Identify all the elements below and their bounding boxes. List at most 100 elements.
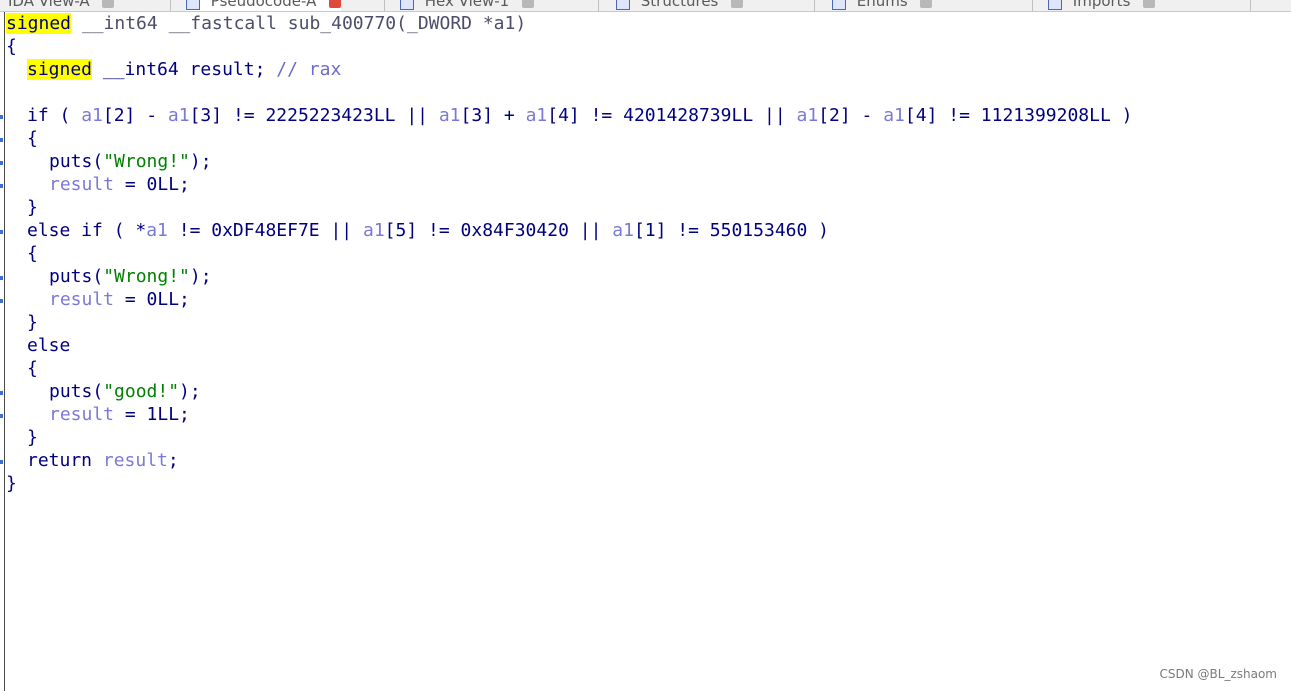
code-token: [2] - bbox=[102, 105, 168, 126]
code-token: [3] != 2225223423LL || bbox=[189, 105, 439, 126]
brace: } bbox=[27, 427, 38, 448]
code-line-brace-close[interactable]: } bbox=[27, 426, 38, 449]
gutter-marker bbox=[0, 299, 3, 303]
code-token: = 0LL; bbox=[114, 174, 190, 195]
code-line-result-assign[interactable]: result = 0LL; bbox=[49, 288, 190, 311]
code-line-if-1[interactable]: if ( a1[2] - a1[3] != 2225223423LL || a1… bbox=[27, 104, 1132, 127]
code-token: [1] != 550153460 ) bbox=[633, 220, 830, 241]
code-line-brace-close[interactable]: } bbox=[27, 311, 38, 334]
tab-label: Imports bbox=[1072, 0, 1131, 10]
keyword-signed-highlighted: signed bbox=[27, 59, 93, 80]
tab-divider bbox=[1250, 0, 1251, 11]
code-token: = 0LL; bbox=[114, 289, 190, 310]
code-token: [5] != 0x84F30420 || bbox=[384, 220, 613, 241]
brace: } bbox=[6, 473, 17, 494]
code-token: [2] - bbox=[818, 105, 884, 126]
gutter-marker bbox=[0, 414, 3, 418]
code-token: [4] != 1121399208LL ) bbox=[904, 105, 1133, 126]
variable-a1: a1 bbox=[796, 105, 819, 126]
gutter-marker bbox=[0, 460, 3, 464]
close-icon[interactable] bbox=[731, 0, 744, 8]
variable-result: result bbox=[49, 174, 115, 195]
code-line-puts-good[interactable]: puts("good!"); bbox=[49, 380, 201, 403]
pseudocode-icon bbox=[186, 0, 200, 10]
tab-label: Pseudocode-A bbox=[210, 0, 317, 10]
keyword-return: return bbox=[27, 450, 103, 471]
code-line-brace-open[interactable]: { bbox=[6, 35, 17, 58]
code-line-brace-open[interactable]: { bbox=[27, 242, 38, 265]
line-gutter bbox=[0, 12, 5, 691]
tab-divider bbox=[1032, 0, 1033, 11]
enums-icon bbox=[832, 0, 846, 10]
gutter-marker bbox=[0, 184, 3, 188]
close-icon[interactable] bbox=[1143, 0, 1156, 8]
variable-a1: a1 bbox=[146, 220, 168, 241]
code-token: if ( bbox=[27, 105, 82, 126]
variable-a1: a1 bbox=[438, 105, 461, 126]
code-line-puts-wrong[interactable]: puts("Wrong!"); bbox=[49, 265, 212, 288]
tab-divider bbox=[170, 0, 171, 11]
tab-structures[interactable]: Structures bbox=[616, 0, 744, 11]
code-line-brace-open[interactable]: { bbox=[27, 127, 38, 150]
code-line-puts-wrong[interactable]: puts("Wrong!"); bbox=[49, 150, 212, 173]
tab-imports[interactable]: Imports bbox=[1048, 0, 1156, 11]
code-token: ); bbox=[189, 266, 212, 287]
tab-label: Enums bbox=[856, 0, 908, 10]
hex-view-icon bbox=[400, 0, 414, 10]
pseudocode-window: IDA View-A Pseudocode-A Hex View-1 Struc… bbox=[0, 0, 1291, 691]
code-token: [4] != 4201428739LL || bbox=[547, 105, 797, 126]
function-call: puts( bbox=[49, 151, 104, 172]
code-line-declaration[interactable]: signed __int64 result; // rax bbox=[27, 58, 341, 81]
variable-result: result bbox=[102, 450, 168, 471]
code-token: != 0xDF48EF7E || bbox=[167, 220, 363, 241]
brace: { bbox=[27, 243, 38, 264]
pseudocode-view[interactable]: signed __int64 __fastcall sub_400770(_DW… bbox=[6, 12, 1291, 691]
brace: { bbox=[6, 36, 17, 57]
function-signature: __int64 __fastcall sub_400770(_DWORD *a1… bbox=[71, 13, 527, 34]
watermark: CSDN @BL_zshaom bbox=[1159, 667, 1278, 681]
tab-divider bbox=[384, 0, 385, 11]
declaration-text: __int64 result; bbox=[92, 59, 277, 80]
tab-bar: IDA View-A Pseudocode-A Hex View-1 Struc… bbox=[0, 0, 1291, 12]
close-icon[interactable] bbox=[329, 0, 342, 8]
tab-ida-view[interactable]: IDA View-A bbox=[8, 0, 115, 11]
function-call: puts( bbox=[49, 381, 104, 402]
code-line-signature[interactable]: signed __int64 __fastcall sub_400770(_DW… bbox=[6, 12, 526, 35]
string-literal: "good!" bbox=[103, 381, 180, 402]
close-icon[interactable] bbox=[102, 0, 115, 8]
code-line-else-if[interactable]: else if ( *a1 != 0xDF48EF7E || a1[5] != … bbox=[27, 219, 829, 242]
tab-hex-view[interactable]: Hex View-1 bbox=[400, 0, 535, 11]
variable-a1: a1 bbox=[167, 105, 190, 126]
code-line-brace-open[interactable]: { bbox=[27, 357, 38, 380]
code-line-brace-close[interactable]: } bbox=[27, 196, 38, 219]
code-line-else[interactable]: else bbox=[27, 334, 70, 357]
brace: } bbox=[27, 312, 38, 333]
variable-a1: a1 bbox=[883, 105, 905, 126]
register-comment: // rax bbox=[276, 59, 342, 80]
variable-a1: a1 bbox=[81, 105, 103, 126]
variable-a1: a1 bbox=[525, 105, 548, 126]
variable-a1: a1 bbox=[612, 220, 634, 241]
close-icon[interactable] bbox=[522, 0, 535, 8]
code-line-result-assign[interactable]: result = 0LL; bbox=[49, 173, 190, 196]
keyword-else: else bbox=[27, 335, 71, 356]
gutter-marker bbox=[0, 276, 3, 280]
string-literal: "Wrong!" bbox=[103, 151, 190, 172]
variable-result: result bbox=[49, 404, 115, 425]
code-token: [3] + bbox=[460, 105, 526, 126]
structures-icon bbox=[616, 0, 630, 10]
code-line-return[interactable]: return result; bbox=[27, 449, 179, 472]
variable-a1: a1 bbox=[362, 220, 385, 241]
code-line-result-assign[interactable]: result = 1LL; bbox=[49, 403, 190, 426]
tab-enums[interactable]: Enums bbox=[832, 0, 933, 11]
close-icon[interactable] bbox=[920, 0, 933, 8]
tab-label: Hex View-1 bbox=[424, 0, 510, 10]
code-line-brace-close[interactable]: } bbox=[6, 472, 17, 495]
tab-pseudocode[interactable]: Pseudocode-A bbox=[186, 0, 342, 11]
brace: { bbox=[27, 358, 38, 379]
code-token: = 1LL; bbox=[114, 404, 190, 425]
code-token: ); bbox=[189, 151, 212, 172]
tab-label: Structures bbox=[640, 0, 719, 10]
gutter-marker bbox=[0, 115, 3, 119]
gutter-marker bbox=[0, 230, 3, 234]
